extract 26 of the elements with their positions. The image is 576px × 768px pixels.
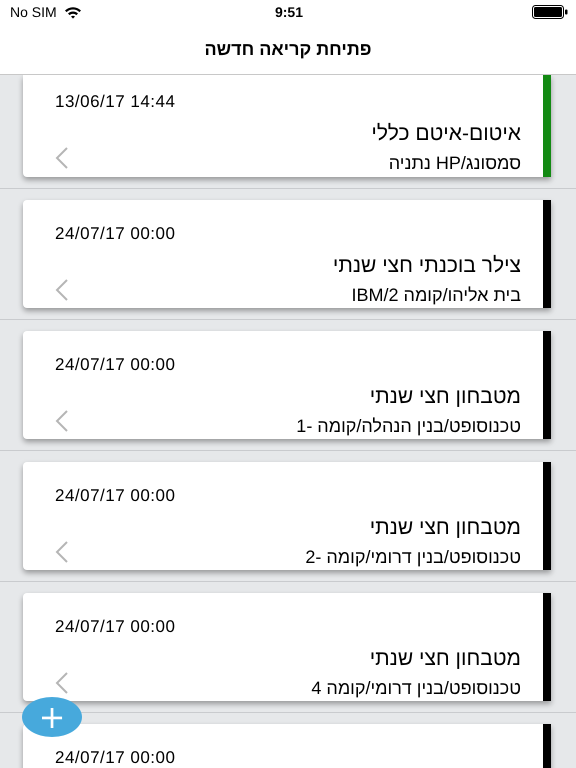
card-date: 24/07/17 00:00 bbox=[55, 486, 176, 506]
chevron-left-icon[interactable] bbox=[55, 409, 69, 433]
chevron-left-icon[interactable] bbox=[55, 278, 69, 302]
wifi-icon bbox=[64, 6, 82, 18]
card-title: צילר בוכנתי חצי שנתי bbox=[332, 253, 521, 279]
card-date: 24/07/17 00:00 bbox=[55, 617, 176, 637]
card-title: מטבחון חצי שנתי bbox=[370, 646, 521, 672]
card-date: 13/06/17 14:44 bbox=[55, 92, 176, 112]
card-title: מטבחון חצי שנתי bbox=[370, 515, 521, 541]
card-location: טכנוסופט/בנין דרומי/קומה 4 bbox=[311, 677, 521, 700]
chevron-left-icon[interactable] bbox=[55, 671, 69, 695]
battery-icon bbox=[532, 5, 568, 19]
carrier-text: No SIM bbox=[10, 4, 57, 20]
card-date: 24/07/17 00:00 bbox=[55, 748, 176, 768]
chevron-left-icon[interactable] bbox=[55, 540, 69, 564]
chevron-left-icon[interactable] bbox=[55, 146, 69, 170]
card-location: סמסונג/HP נתניה bbox=[388, 152, 521, 175]
card-location: בית אליהו/קומה IBM/2 bbox=[352, 284, 521, 307]
card-location: טכנוסופט/בנין דרומי/קומה -2 bbox=[305, 546, 521, 569]
card-title: איטום-איטם כללי bbox=[371, 121, 521, 147]
card-date: 24/07/17 00:00 bbox=[55, 224, 176, 244]
card-location: טכנוסופט/בנין הנהלה/קומה -1 bbox=[296, 415, 521, 438]
nav-title: פתיחת קריאה חדשה bbox=[204, 38, 372, 60]
card-date: 24/07/17 00:00 bbox=[55, 355, 176, 375]
card-title: מטבחון חצי שנתי bbox=[370, 384, 521, 410]
status-time: 9:51 bbox=[274, 4, 304, 20]
